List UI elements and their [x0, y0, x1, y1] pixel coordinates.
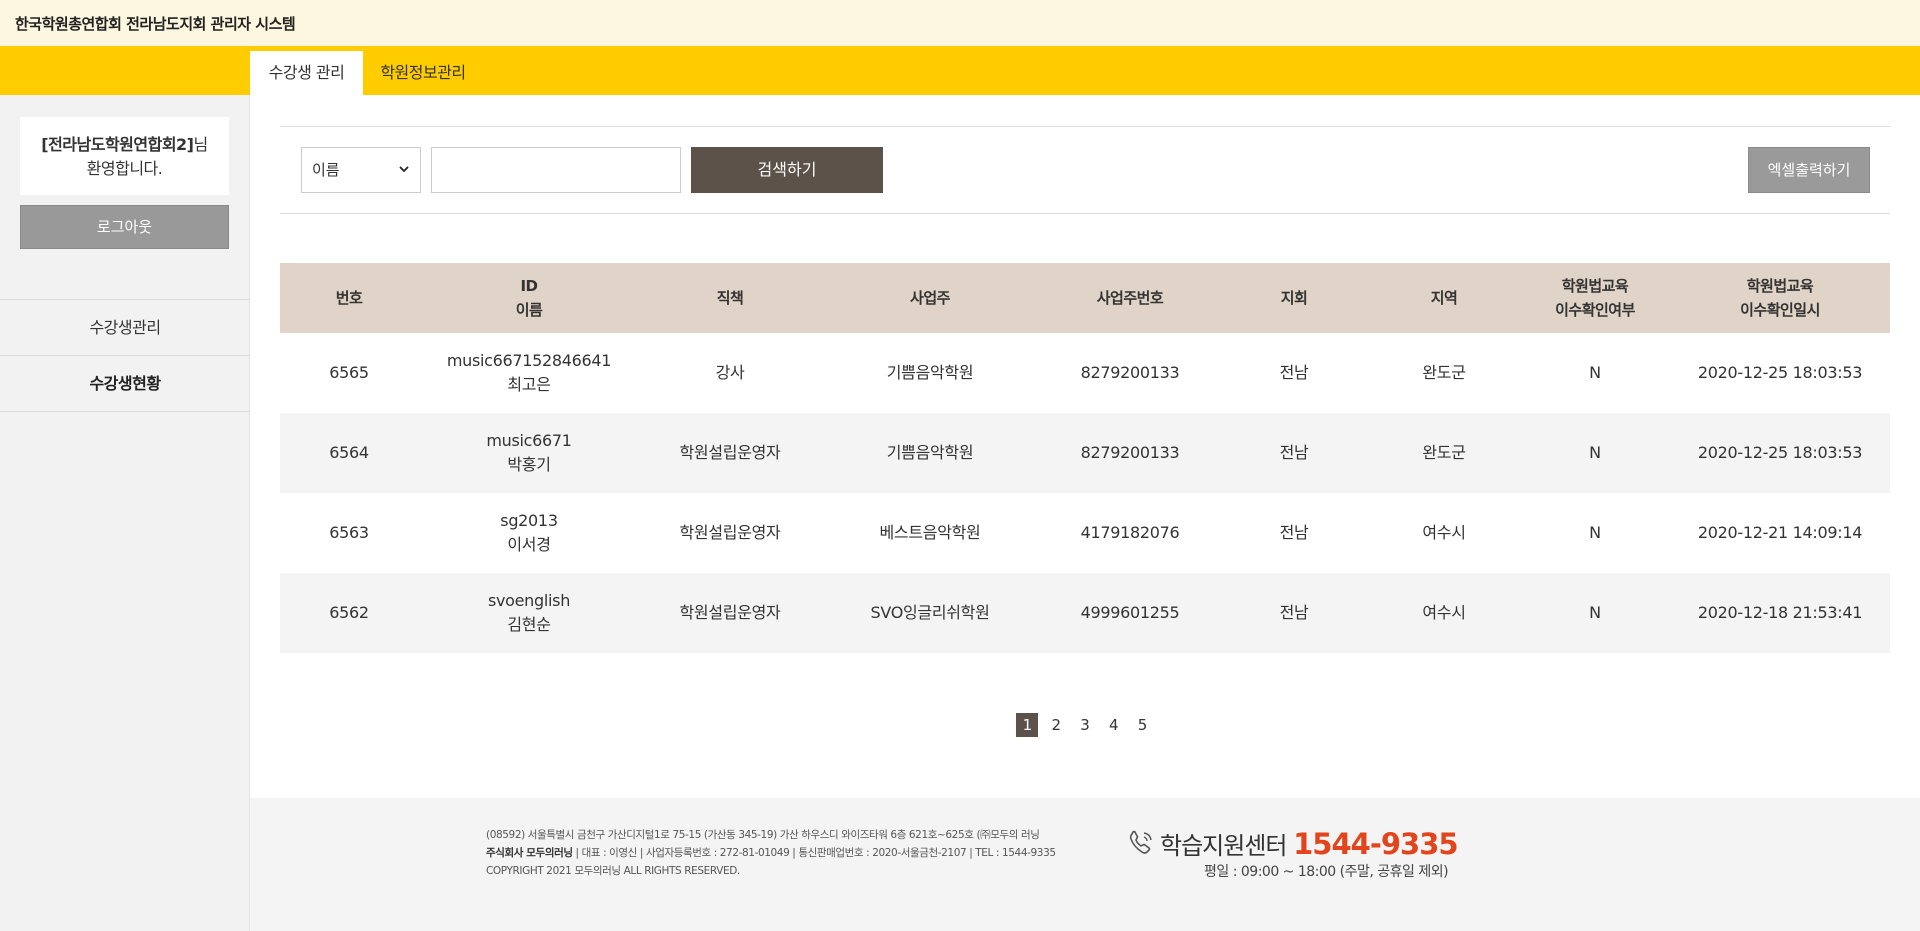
welcome-user-line: [전라남도학원연합회2]님 [20, 133, 229, 157]
col-header-id-name: ID 이름 [418, 263, 640, 333]
col-header-business: 사업주 [820, 263, 1040, 333]
cell-biz-no: 8279200133 [1040, 413, 1220, 493]
col-header-completed: 학원법교육 이수확인여부 [1520, 263, 1670, 333]
cell-completed: N [1589, 523, 1601, 542]
top-bar: 한국학원총연합회 전라남도지회 관리자 시스템 [0, 0, 1920, 46]
col-header-biz-no: 사업주번호 [1040, 263, 1220, 333]
search-input[interactable] [431, 147, 681, 193]
cell-business: SVO잉글리쉬학원 [820, 573, 1040, 653]
cell-no: 6564 [280, 413, 418, 493]
tab-academy-info[interactable]: 학원정보관리 [363, 51, 483, 95]
cell-biz-no: 8279200133 [1080, 363, 1180, 382]
cell-position: 학원설립운영자 [640, 573, 820, 653]
cell-branch: 전남 [1220, 573, 1368, 653]
cell-region: 여수시 [1422, 523, 1466, 542]
table-row[interactable]: 6565 music667152846641 최고은 강사 기쁨음악학원 8279… [280, 333, 1890, 413]
welcome-box: [전라남도학원연합회2]님 환영합니다. [20, 117, 229, 195]
search-field-value: 이름 [312, 161, 340, 179]
col-header-no: 번호 [280, 263, 418, 333]
cell-biz-no: 4999601255 [1040, 573, 1220, 653]
cell-completed-at: 2020-12-25 18:03:53 [1670, 413, 1890, 493]
page-5[interactable]: 5 [1132, 713, 1154, 737]
page-3[interactable]: 3 [1074, 713, 1096, 737]
excel-export-button[interactable]: 엑셀출력하기 [1748, 147, 1870, 193]
cell-completed-at: 2020-12-18 21:53:41 [1670, 573, 1890, 653]
page-2[interactable]: 2 [1045, 713, 1067, 737]
search-area: 이름 검색하기 엑셀출력하기 [280, 126, 1890, 214]
page-1[interactable]: 1 [1016, 713, 1039, 737]
cell-completed-at: 2020-12-25 18:03:53 [1697, 363, 1863, 382]
search-field-select[interactable]: 이름 [301, 147, 421, 193]
cell-position: 학원설립운영자 [679, 523, 781, 542]
sidebar-item-student-status[interactable]: 수강생현황 [0, 356, 250, 412]
cell-completed: N [1520, 573, 1670, 653]
page-4[interactable]: 4 [1103, 713, 1125, 737]
cell-completed-at: 2020-12-21 14:09:14 [1697, 523, 1863, 542]
main-content: 이름 검색하기 엑셀출력하기 번호 ID 이름 직책 사업주 사업주번호 지회 지… [250, 95, 1920, 798]
footer-company-info: | 대표 : 이영신 | 사업자등록번호 : 272-81-01049 | 통신… [572, 847, 1056, 859]
cell-biz-no: 4179182076 [1080, 523, 1180, 542]
col-header-position: 직책 [640, 263, 820, 333]
chevron-down-icon [398, 148, 410, 210]
support-number[interactable]: 1544-9335 [1293, 827, 1458, 861]
footer: (08592) 서울특별시 금천구 가산디지털1로 75-15 (가산동 345… [250, 798, 1920, 931]
cell-id-name: svoenglish 김현순 [418, 573, 640, 653]
search-button[interactable]: 검색하기 [691, 147, 883, 193]
user-name: [전라남도학원연합회2] [41, 135, 194, 154]
cell-id-name: sg2013 이서경 [500, 511, 558, 554]
cell-branch: 전남 [1279, 363, 1309, 382]
cell-position: 학원설립운영자 [640, 413, 820, 493]
table-row[interactable]: 6564 music6671 박홍기 학원설립운영자 기쁨음악학원 8279200… [280, 413, 1890, 493]
cell-no: 6563 [329, 523, 369, 542]
cell-branch: 전남 [1220, 413, 1368, 493]
cell-completed: N [1520, 413, 1670, 493]
welcome-message: 환영합니다. [86, 159, 163, 178]
col-header-branch: 지회 [1220, 263, 1368, 333]
cell-business: 기쁨음악학원 [820, 413, 1040, 493]
cell-business: 기쁨음악학원 [886, 363, 974, 382]
support-center: 학습지원센터 1544-9335 [1160, 826, 1459, 861]
col-header-completed-at: 학원법교육 이수확인일시 [1670, 263, 1890, 333]
logout-button[interactable]: 로그아웃 [20, 205, 229, 249]
cell-branch: 전남 [1279, 523, 1309, 542]
app-title: 한국학원총연합회 전라남도지회 관리자 시스템 [15, 15, 296, 33]
cell-no: 6565 [329, 363, 369, 382]
student-table: 번호 ID 이름 직책 사업주 사업주번호 지회 지역 학원법교육 이수확인여부 학… [280, 263, 1890, 653]
footer-copyright: COPYRIGHT 2021 모두의러닝 ALL RIGHTS RESERVED… [486, 865, 740, 877]
side-menu: 수강생관리 수강생현황 [0, 299, 250, 412]
cell-completed: N [1589, 363, 1601, 382]
sidebar-item-student-management[interactable]: 수강생관리 [0, 300, 250, 356]
cell-id-name: music667152846641 최고은 [446, 351, 612, 394]
table-header-row: 번호 ID 이름 직책 사업주 사업주번호 지회 지역 학원법교육 이수확인여부 학… [280, 263, 1890, 333]
cell-region: 여수시 [1368, 573, 1520, 653]
main-nav: 수강생 관리 학원정보관리 [0, 46, 1920, 95]
sidebar: [전라남도학원연합회2]님 환영합니다. 로그아웃 수강생관리 수강생현황 [0, 95, 250, 931]
cell-business: 베스트음악학원 [879, 523, 981, 542]
footer-company-line: 주식회사 모두의러닝 | 대표 : 이영신 | 사업자등록번호 : 272-81… [486, 844, 1056, 862]
phone-icon [1127, 828, 1155, 856]
cell-region: 완도군 [1368, 413, 1520, 493]
cell-region: 완도군 [1422, 363, 1466, 382]
support-hours: 평일 : 09:00 ~ 18:00 (주말, 공휴일 제외) [1204, 864, 1449, 880]
footer-address: (08592) 서울특별시 금천구 가산디지털1로 75-15 (가산동 345… [486, 829, 1040, 841]
table-row[interactable]: 6562 svoenglish 김현순 학원설립운영자 SVO잉글리쉬학원 499… [280, 573, 1890, 653]
footer-info: (08592) 서울특별시 금천구 가산디지털1로 75-15 (가산동 345… [486, 826, 1056, 880]
support-label: 학습지원센터 [1160, 832, 1287, 860]
tab-student-management[interactable]: 수강생 관리 [250, 51, 363, 95]
cell-id-name: music6671 박홍기 [418, 413, 640, 493]
table-row[interactable]: 6563 sg2013 이서경 학원설립운영자 베스트음악학원 417918207… [280, 493, 1890, 573]
pagination: 1 2 3 4 5 [250, 713, 1920, 737]
cell-no: 6562 [280, 573, 418, 653]
footer-company: 주식회사 모두의러닝 [486, 847, 573, 859]
user-suffix: 님 [193, 135, 209, 154]
col-header-region: 지역 [1368, 263, 1520, 333]
cell-position: 강사 [715, 363, 745, 382]
